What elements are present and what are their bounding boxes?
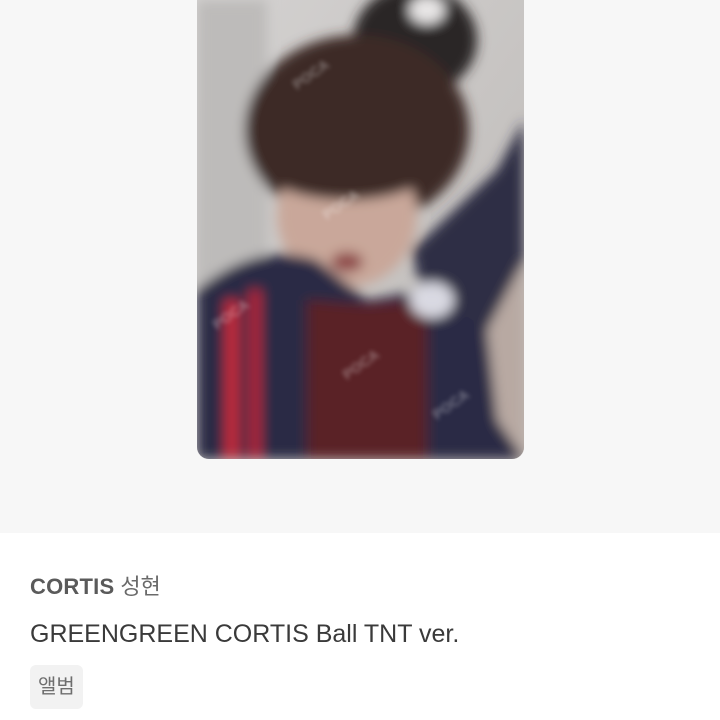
artist-line: CORTIS 성현 xyxy=(30,572,690,602)
member-name: 성현 xyxy=(120,574,161,599)
photocard-image[interactable]: POCA POCA POCA POCA POCA xyxy=(197,0,524,459)
product-title: GREENGREEN CORTIS Ball TNT ver. xyxy=(30,620,460,648)
artist-name[interactable]: CORTIS xyxy=(30,574,114,599)
product-info: CORTIS 성현 GREENGREEN CORTIS Ball TNT ver. xyxy=(30,572,690,650)
photocard-illustration: POCA POCA POCA POCA POCA xyxy=(197,0,524,459)
product-image-area: POCA POCA POCA POCA POCA xyxy=(0,0,720,533)
category-tag[interactable]: 앨범 xyxy=(30,665,83,709)
